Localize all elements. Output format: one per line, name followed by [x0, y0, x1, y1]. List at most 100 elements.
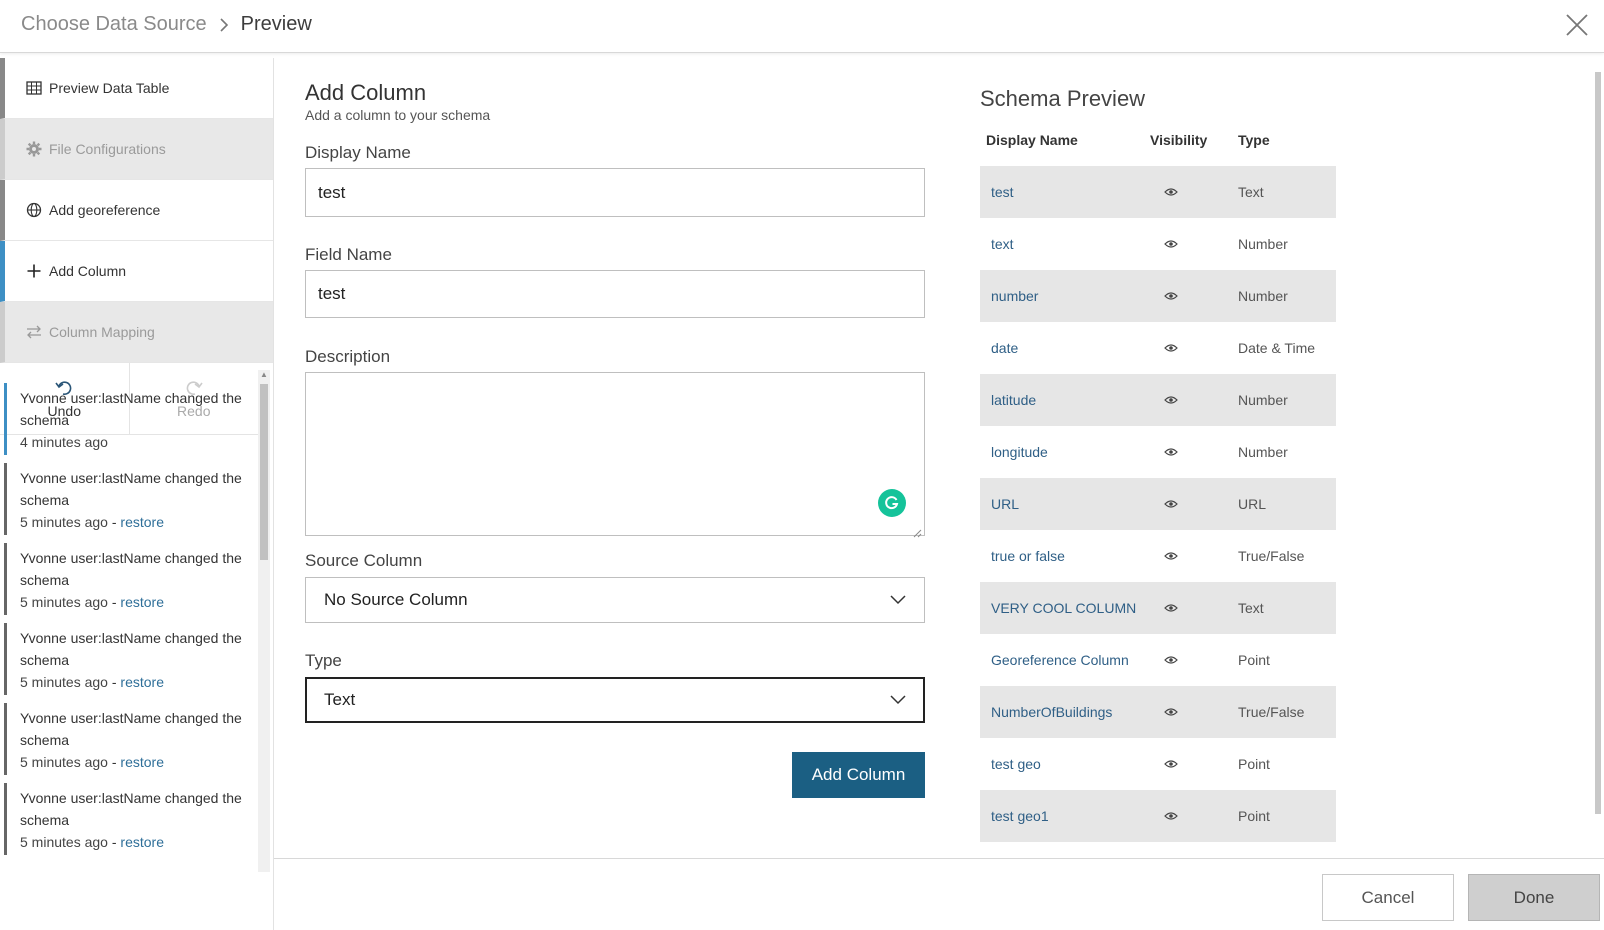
restore-link[interactable]: restore	[120, 754, 164, 770]
history-scrollbar[interactable]: ▲	[258, 370, 270, 872]
scroll-up-arrow-icon[interactable]: ▲	[260, 370, 268, 379]
nav-item-preview-data-table[interactable]: Preview Data Table	[0, 58, 273, 119]
history-time: 5 minutes ago	[20, 674, 108, 690]
history-time: 4 minutes ago	[20, 434, 108, 450]
resize-handle-icon[interactable]	[912, 523, 922, 538]
eye-icon[interactable]	[1150, 499, 1238, 509]
nav-item-column-mapping[interactable]: Column Mapping	[0, 302, 273, 363]
restore-link[interactable]: restore	[120, 834, 164, 850]
history-text: Yvonne user:lastName changed the schema	[20, 630, 242, 668]
nav-item-label: Add Column	[49, 263, 127, 279]
schema-row: test geo1 Point	[980, 790, 1336, 842]
schema-row-type: URL	[1238, 496, 1267, 512]
restore-link[interactable]: restore	[120, 594, 164, 610]
type-label: Type	[305, 651, 342, 670]
schema-row-name: NumberOfBuildings	[991, 704, 1113, 720]
schema-row-name: VERY COOL COLUMN	[991, 600, 1137, 616]
gear-icon	[25, 140, 43, 158]
nav-item-add-column[interactable]: Add Column	[0, 241, 273, 302]
breadcrumb-preview: Preview	[240, 13, 312, 35]
eye-icon[interactable]	[1150, 811, 1238, 821]
grammarly-icon[interactable]	[878, 489, 906, 517]
history-item: Yvonne user:lastName changed the schema …	[4, 543, 258, 615]
history-text: Yvonne user:lastName changed the schema	[20, 550, 242, 588]
schema-row-type: Point	[1238, 756, 1270, 772]
schema-row: test geo Point	[980, 738, 1336, 790]
schema-row-name: test	[991, 184, 1014, 200]
eye-icon[interactable]	[1150, 395, 1238, 405]
eye-icon[interactable]	[1150, 187, 1238, 197]
col-header-type: Type	[1238, 132, 1270, 148]
form-title: Add Column	[305, 80, 427, 105]
schema-row-type: True/False	[1238, 704, 1305, 720]
schema-row-name: longitude	[991, 444, 1048, 460]
eye-icon[interactable]	[1150, 759, 1238, 769]
display-name-input[interactable]: test	[305, 168, 925, 217]
change-history-list: Yvonne user:lastName changed the schema …	[0, 375, 258, 872]
schema-row: test Text	[980, 166, 1336, 218]
form-subtitle: Add a column to your schema	[305, 107, 491, 123]
eye-icon[interactable]	[1150, 239, 1238, 249]
cancel-button[interactable]: Cancel	[1322, 874, 1454, 921]
schema-preview-title: Schema Preview	[980, 86, 1146, 111]
nav-item-add-georeference[interactable]: Add georeference	[0, 180, 273, 241]
schema-row-name: Georeference Column	[991, 652, 1129, 668]
field-name-value: test	[318, 284, 346, 303]
description-textarea[interactable]	[305, 372, 925, 538]
swap-arrows-icon	[25, 323, 43, 341]
nav-item-label: Column Mapping	[49, 324, 155, 340]
nav-item-file-configurations[interactable]: File Configurations	[0, 119, 273, 180]
schema-row-name: URL	[991, 496, 1020, 512]
schema-table-body: test Text text Number number Number date Date &…	[980, 166, 1336, 842]
history-time: 5 minutes ago	[20, 514, 108, 530]
schema-row-type: Number	[1238, 392, 1288, 408]
col-header-visibility: Visibility	[1150, 132, 1208, 148]
history-time: 5 minutes ago	[20, 834, 108, 850]
main-scrollbar[interactable]	[1592, 58, 1604, 858]
type-value: Text	[324, 690, 356, 709]
eye-icon[interactable]	[1150, 551, 1238, 561]
eye-icon[interactable]	[1150, 343, 1238, 353]
schema-row: NumberOfBuildings True/False	[980, 686, 1336, 738]
display-name-label: Display Name	[305, 143, 411, 162]
eye-icon[interactable]	[1150, 603, 1238, 613]
history-item: Yvonne user:lastName changed the schema …	[4, 783, 258, 855]
eye-icon[interactable]	[1150, 707, 1238, 717]
schema-row-type: Date & Time	[1238, 340, 1316, 356]
main-scrollbar-thumb[interactable]	[1595, 72, 1601, 814]
schema-row: true or false True/False	[980, 530, 1336, 582]
history-item: Yvonne user:lastName changed the schema …	[4, 463, 258, 535]
schema-row-type: Number	[1238, 288, 1288, 304]
source-column-label: Source Column	[305, 551, 423, 570]
restore-link[interactable]: restore	[120, 514, 164, 530]
schema-row: longitude Number	[980, 426, 1336, 478]
source-column-select[interactable]: No Source Column	[305, 577, 925, 623]
schema-row-type: Point	[1238, 808, 1270, 824]
eye-icon[interactable]	[1150, 447, 1238, 457]
eye-icon[interactable]	[1150, 291, 1238, 301]
restore-link[interactable]: restore	[120, 674, 164, 690]
nav-item-label: Preview Data Table	[49, 80, 170, 96]
schema-preview: Schema Preview Display Name Visibility T…	[980, 86, 1336, 842]
field-name-input[interactable]: test	[305, 270, 925, 318]
history-scrollbar-thumb[interactable]	[260, 384, 268, 560]
history-time: 5 minutes ago	[20, 594, 108, 610]
add-column-button[interactable]: Add Column	[792, 752, 925, 798]
type-select[interactable]: Text	[305, 677, 925, 723]
chevron-down-icon	[890, 690, 906, 710]
schema-table-header: Display Name Visibility Type	[980, 125, 1336, 155]
eye-icon[interactable]	[1150, 655, 1238, 665]
history-item: Yvonne user:lastName changed the schema …	[4, 383, 258, 455]
schema-row-type: Number	[1238, 236, 1288, 252]
history-text: Yvonne user:lastName changed the schema	[20, 790, 242, 828]
schema-row: VERY COOL COLUMN Text	[980, 582, 1336, 634]
schema-row-name: true or false	[991, 548, 1065, 564]
schema-row-name: test geo1	[991, 808, 1049, 824]
add-column-form-header: Add Column Add a column to your schema	[305, 80, 925, 123]
source-column-value: No Source Column	[324, 590, 468, 609]
close-icon[interactable]	[1564, 12, 1590, 38]
display-name-value: test	[318, 182, 346, 202]
schema-row-name: latitude	[991, 392, 1037, 408]
breadcrumb-choose-data-source[interactable]: Choose Data Source	[21, 13, 207, 36]
done-button[interactable]: Done	[1468, 874, 1600, 921]
